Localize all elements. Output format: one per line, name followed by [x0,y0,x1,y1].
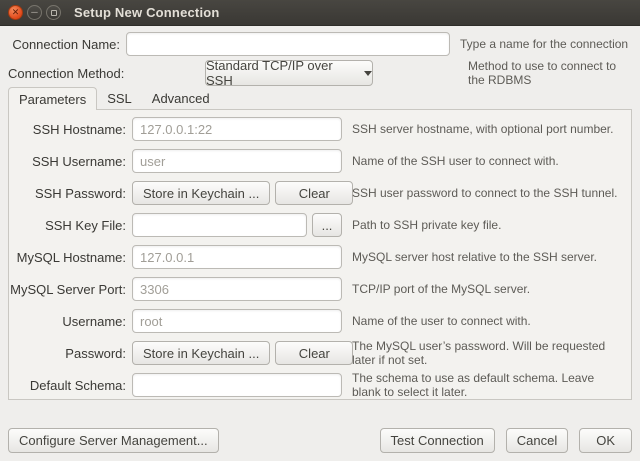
ssh-hostname-label: SSH Hostname: [9,122,126,137]
mysql-hostname-hint: MySQL server host relative to the SSH se… [352,250,625,264]
chevron-down-icon [364,71,372,76]
ssh-key-file-input[interactable] [132,213,307,237]
cancel-button[interactable]: Cancel [506,428,568,453]
ssh-key-file-hint: Path to SSH private key file. [352,218,625,232]
mysql-port-input[interactable] [132,277,342,301]
mysql-hostname-label: MySQL Hostname: [9,250,126,265]
ssh-key-file-row: SSH Key File: ... Path to SSH private ke… [9,213,631,237]
configure-server-management-button[interactable]: Configure Server Management... [8,428,219,453]
tab-bar: Parameters SSL Advanced [8,87,220,110]
connection-method-value: Standard TCP/IP over SSH [206,58,357,88]
connection-method-dropdown[interactable]: Standard TCP/IP over SSH [205,60,373,86]
ssh-hostname-hint: SSH server hostname, with optional port … [352,122,625,136]
parameters-panel: SSH Hostname: SSH server hostname, with … [8,109,632,400]
connection-name-hint: Type a name for the connection [460,37,628,51]
ssh-password-label: SSH Password: [9,186,126,201]
default-schema-label: Default Schema: [9,378,126,393]
password-row: Password: Store in Keychain ... Clear Th… [9,341,631,365]
test-connection-button[interactable]: Test Connection [380,428,495,453]
tab-advanced[interactable]: Advanced [142,87,220,110]
default-schema-hint: The schema to use as default schema. Lea… [352,371,625,400]
connection-name-label: Connection Name: [8,37,120,52]
default-schema-row: Default Schema: The schema to use as def… [9,373,631,397]
ssh-username-row: SSH Username: Name of the SSH user to co… [9,149,631,173]
ssh-password-store-keychain-button[interactable]: Store in Keychain ... [132,181,270,205]
username-label: Username: [9,314,126,329]
password-store-keychain-button[interactable]: Store in Keychain ... [132,341,270,365]
ssh-hostname-row: SSH Hostname: SSH server hostname, with … [9,117,631,141]
titlebar: ✕ ─ Setup New Connection [0,0,640,26]
ssh-username-label: SSH Username: [9,154,126,169]
ssh-username-input[interactable] [132,149,342,173]
close-icon[interactable]: ✕ [8,5,23,20]
tab-ssl[interactable]: SSL [97,87,142,110]
ssh-username-hint: Name of the SSH user to connect with. [352,154,625,168]
ok-button[interactable]: OK [579,428,632,453]
username-input[interactable] [132,309,342,333]
tab-parameters[interactable]: Parameters [8,87,97,110]
setup-new-connection-dialog: ✕ ─ Setup New Connection Connection Name… [0,0,640,461]
connection-method-row: Connection Method: Standard TCP/IP over … [8,60,632,86]
password-clear-button[interactable]: Clear [275,341,353,365]
ssh-password-row: SSH Password: Store in Keychain ... Clea… [9,181,631,205]
mysql-port-hint: TCP/IP port of the MySQL server. [352,282,625,296]
minimize-icon[interactable]: ─ [27,5,42,20]
ssh-password-hint: SSH user password to connect to the SSH … [352,186,625,200]
mysql-hostname-row: MySQL Hostname: MySQL server host relati… [9,245,631,269]
ssh-key-file-browse-button[interactable]: ... [312,213,342,237]
connection-method-label: Connection Method: [8,66,124,81]
password-label: Password: [9,346,126,361]
footer-button-bar: Configure Server Management... Test Conn… [8,428,632,453]
mysql-hostname-input[interactable] [132,245,342,269]
ssh-hostname-input[interactable] [132,117,342,141]
connection-name-row: Connection Name: Type a name for the con… [8,31,632,57]
connection-method-hint: Method to use to connect to the RDBMS [468,59,632,88]
username-row: Username: Name of the user to connect wi… [9,309,631,333]
password-hint: The MySQL user’s password. Will be reque… [352,339,625,368]
ssh-password-clear-button[interactable]: Clear [275,181,353,205]
connection-name-input[interactable] [126,32,450,56]
mysql-port-row: MySQL Server Port: TCP/IP port of the My… [9,277,631,301]
username-hint: Name of the user to connect with. [352,314,625,328]
maximize-icon[interactable] [46,5,61,20]
default-schema-input[interactable] [132,373,342,397]
mysql-port-label: MySQL Server Port: [9,282,126,297]
ssh-key-file-label: SSH Key File: [9,218,126,233]
window-title: Setup New Connection [74,5,220,20]
